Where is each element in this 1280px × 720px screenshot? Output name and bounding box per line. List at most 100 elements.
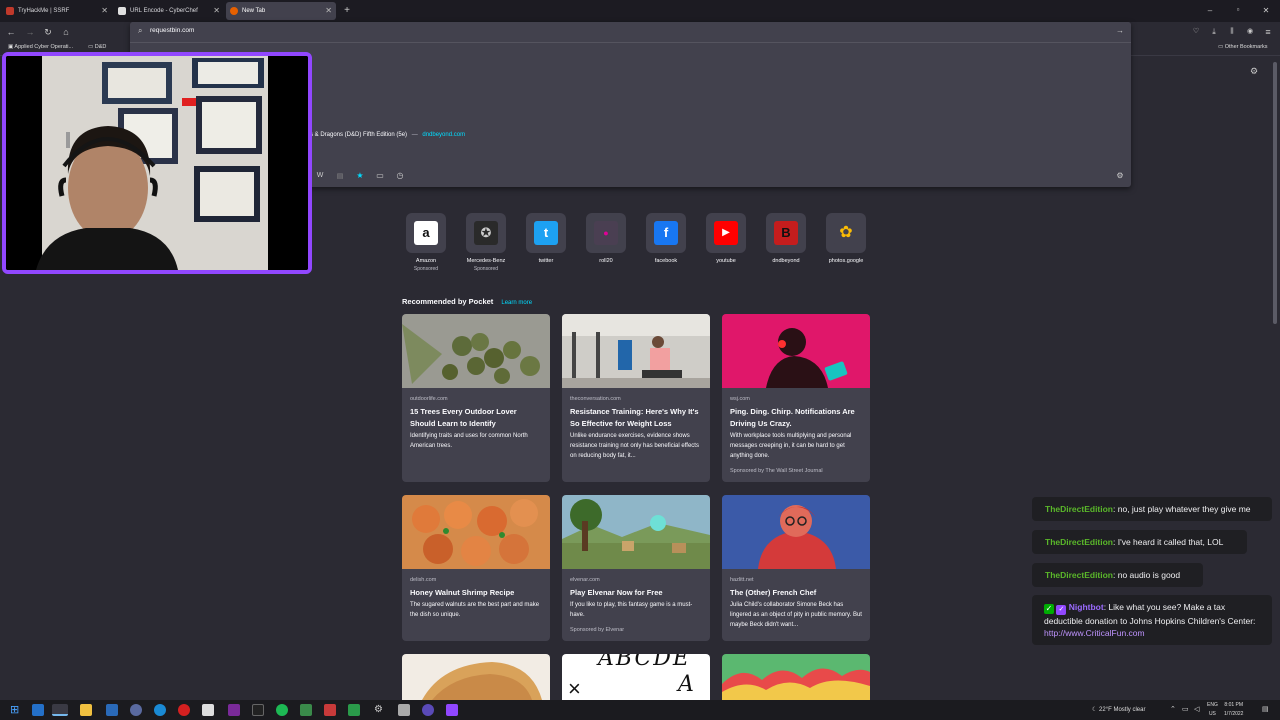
pocket-icon[interactable]: ♡ [1190, 26, 1202, 38]
bookmark-folder-other[interactable]: ▭ Other Bookmarks [1218, 44, 1268, 50]
top-site-twitter[interactable]: t [526, 213, 566, 253]
star-search-icon[interactable]: ★ [354, 171, 366, 181]
account-icon[interactable]: ◉ [1244, 26, 1256, 38]
tabs-search-icon[interactable]: ▭ [374, 171, 386, 181]
new-tab-plus-icon[interactable]: + [341, 5, 353, 17]
wikipedia-search-icon[interactable]: W [314, 172, 326, 182]
bookmark-folder-dnd[interactable]: ▭ D&D [88, 44, 106, 50]
settings-icon[interactable]: ⚙ [374, 704, 386, 716]
volume-icon[interactable]: ◁ [1194, 700, 1199, 720]
spotify-icon[interactable] [276, 704, 288, 716]
top-site-youtube[interactable]: ▶ [706, 213, 746, 253]
clock[interactable]: 8:01 PM 1/7/2022 [1224, 696, 1243, 719]
firefox-taskbar-icon[interactable] [52, 704, 68, 716]
card-image-sandwich [402, 654, 550, 700]
pocket-card[interactable]: wsj.com Ping. Ding. Chirp. Notifications… [722, 314, 870, 482]
pocket-card[interactable] [722, 654, 870, 700]
home-icon[interactable]: ⌂ [60, 26, 72, 38]
menu-icon[interactable]: ≡ [1262, 26, 1274, 38]
amazon-icon: a [414, 221, 438, 245]
verified-bot-badge-icon: ✓ [1056, 605, 1067, 615]
windows-start-icon[interactable]: ⊞ [10, 704, 22, 716]
mercedes-benz-icon: ✪ [474, 221, 498, 245]
downloads-icon[interactable]: ⤓ [1208, 26, 1220, 38]
pocket-card[interactable]: ABCDE × A [562, 654, 710, 700]
newtab-settings-gear-icon[interactable]: ⚙ [1250, 66, 1258, 77]
top-site-facebook[interactable]: f [646, 213, 686, 253]
obs-icon[interactable] [178, 704, 190, 716]
top-site-roll20[interactable]: ● [586, 213, 626, 253]
search-settings-gear-icon[interactable]: ⚙ [1114, 171, 1126, 181]
url-suggestion-row[interactable]: s & Dragons (D&D) Fifth Edition (5e) — d… [310, 132, 465, 138]
windows-taskbar: ⊞ ⚙ ☾ 22°F Mostly clear ⌃ ▭ ◁ ENG US 8:0… [0, 700, 1280, 720]
file-explorer-icon[interactable] [80, 704, 92, 716]
language-indicator[interactable]: ENG US [1207, 696, 1218, 719]
edge-icon[interactable] [154, 704, 166, 716]
library-icon[interactable]: ⫼ [1226, 26, 1238, 38]
tab-cyberchef[interactable]: URL Encode - CyberChef ✕ [114, 2, 224, 20]
app-icon[interactable] [422, 704, 434, 716]
pocket-learn-more-link[interactable]: Learn more [501, 300, 532, 306]
chat-link[interactable]: http://www.CriticalFun.com [1044, 628, 1145, 638]
top-site-label: twitter [538, 258, 554, 264]
top-site-dndbeyond[interactable]: B [766, 213, 806, 253]
card-image-x: × [568, 676, 581, 700]
twitch-icon[interactable] [446, 704, 458, 716]
pocket-card[interactable]: outdoorlife.com 15 Trees Every Outdoor L… [402, 314, 550, 482]
pocket-card[interactable]: elvenar.com Play Elvenar Now for Free If… [562, 495, 710, 641]
card-title: Play Elvenar Now for Free [570, 588, 663, 597]
tray-chevron-icon[interactable]: ⌃ [1170, 700, 1176, 720]
tab-tryhackme[interactable]: TryHackMe | SSRF ✕ [2, 2, 112, 20]
app-icon[interactable] [300, 704, 312, 716]
close-tab-icon[interactable]: ✕ [213, 2, 220, 20]
pocket-card[interactable]: theconversation.com Resistance Training:… [562, 314, 710, 482]
network-icon[interactable]: ▭ [1182, 700, 1189, 720]
reload-icon[interactable]: ↻ [42, 26, 54, 38]
history-search-icon[interactable]: ◷ [394, 171, 406, 181]
minimize-icon[interactable]: – [1196, 0, 1224, 22]
bookmark-applied-cyber[interactable]: ▣ Applied Cyber Operati... [8, 44, 73, 50]
card-image-letters: ABCDE [598, 654, 691, 671]
store-icon[interactable] [106, 704, 118, 716]
sheet-icon[interactable] [348, 704, 360, 716]
card-image-shrimp [402, 495, 550, 569]
maximize-icon[interactable]: ▫ [1224, 0, 1252, 21]
address-input[interactable]: requestbin.com [150, 27, 194, 34]
card-sponsor: Sponsored by The Wall Street Journal [730, 468, 823, 474]
card-excerpt: Identifying traits and uses for common N… [410, 433, 528, 449]
window-close-icon[interactable]: ✕ [1252, 0, 1280, 22]
google-photos-icon: ✿ [834, 221, 858, 245]
top-site-google-photos[interactable]: ✿ [826, 213, 866, 253]
close-tab-icon[interactable]: ✕ [101, 2, 108, 20]
top-site-amazon[interactable]: a [406, 213, 446, 253]
clock-time: 8:01 PM [1224, 702, 1244, 708]
terminal-icon[interactable] [252, 704, 264, 716]
back-icon[interactable]: ← [5, 26, 17, 38]
outlook-icon[interactable] [32, 704, 44, 716]
discord-icon[interactable] [130, 704, 142, 716]
forward-icon[interactable]: → [24, 26, 36, 38]
scrollbar-thumb[interactable] [1273, 62, 1277, 324]
card-title: Resistance Training: Here's Why It's So … [570, 407, 699, 428]
pocket-card[interactable] [402, 654, 550, 700]
top-site-mercedes[interactable]: ✪ [466, 213, 506, 253]
region-text: US [1208, 711, 1216, 717]
pocket-heading-text: Recommended by Pocket [402, 297, 494, 306]
tab-bar: TryHackMe | SSRF ✕ URL Encode - CyberChe… [0, 0, 1280, 22]
address-bar[interactable]: ⌕ requestbin.com → [130, 22, 1131, 42]
pocket-card[interactable]: delish.com Honey Walnut Shrimp Recipe Th… [402, 495, 550, 641]
weather-widget[interactable]: ☾ 22°F Mostly clear [1092, 700, 1145, 720]
go-arrow-icon[interactable]: → [1116, 26, 1124, 35]
tab-new-tab[interactable]: New Tab ✕ [226, 2, 336, 20]
pdf-icon[interactable] [324, 704, 336, 716]
notification-icon[interactable]: ▤ [1262, 700, 1269, 720]
bookmarks-search-icon[interactable]: ▤ [334, 172, 346, 182]
close-tab-icon[interactable]: ✕ [325, 2, 332, 20]
roll20-icon: ● [594, 221, 618, 245]
page-scrollbar[interactable] [1272, 58, 1278, 698]
pocket-card[interactable]: hazlitt.net The (Other) French Chef Juli… [722, 495, 870, 641]
onenote-icon[interactable] [228, 704, 240, 716]
notepad-icon[interactable] [202, 704, 214, 716]
chat-username: TheDirectEdition [1045, 570, 1114, 580]
app-icon[interactable] [398, 704, 410, 716]
